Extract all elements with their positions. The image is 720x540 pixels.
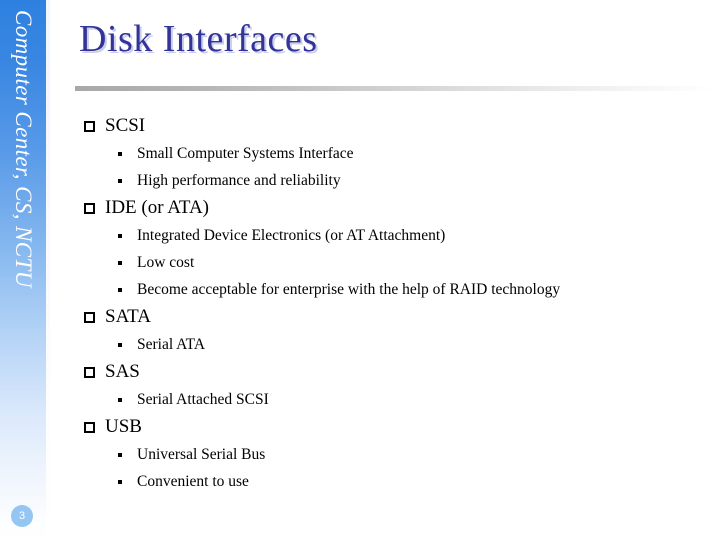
slide-canvas: Computer Center, CS, NCTU 3 Disk Interfa… (0, 0, 720, 540)
bullet-level1-label: SCSI (105, 115, 146, 136)
dot-bullet-icon (118, 398, 122, 402)
sidebar-branding-label: Computer Center, CS, NCTU (11, 10, 36, 288)
bullet-level2-label: Integrated Device Electronics (or AT Att… (137, 227, 446, 244)
square-bullet-icon (84, 203, 95, 214)
bullet-level1: USB (79, 413, 699, 441)
dot-bullet-icon (118, 453, 122, 457)
bullet-level1-label: SAS (105, 361, 140, 382)
bullet-level1-label: IDE (or ATA) (105, 197, 210, 218)
page-title: Disk Interfaces (79, 18, 318, 60)
square-bullet-icon (84, 312, 95, 323)
bullet-level2: Integrated Device Electronics (or AT Att… (79, 222, 699, 249)
bullet-level1-label: USB (105, 416, 142, 437)
bullet-list: SCSI Small Computer Systems Interface High… (79, 112, 699, 495)
slide-number-badge: 3 (11, 505, 33, 527)
bullet-level2: High performance and reliability (79, 167, 699, 194)
bullet-level1-label: SATA (105, 306, 151, 327)
bullet-level1: SATA (79, 303, 699, 331)
bullet-level2-label: Low cost (137, 254, 195, 271)
bullet-level2: Low cost (79, 249, 699, 276)
bullet-level2: Small Computer Systems Interface (79, 140, 699, 167)
bullet-level2: Serial Attached SCSI (79, 386, 699, 413)
sidebar-edge-highlight (46, 0, 50, 540)
bullet-level2: Convenient to use (79, 468, 699, 495)
bullet-level2-label: Serial ATA (137, 336, 206, 353)
dot-bullet-icon (118, 179, 122, 183)
dot-bullet-icon (118, 234, 122, 238)
dot-bullet-icon (118, 343, 122, 347)
dot-bullet-icon (118, 261, 122, 265)
dot-bullet-icon (118, 480, 122, 484)
title-divider-rule (75, 86, 715, 91)
bullet-level2-label: High performance and reliability (137, 172, 341, 189)
dot-bullet-icon (118, 288, 122, 292)
bullet-level2-label: Serial Attached SCSI (137, 391, 269, 408)
bullet-level1: IDE (or ATA) (79, 194, 699, 222)
dot-bullet-icon (118, 152, 122, 156)
square-bullet-icon (84, 422, 95, 433)
bullet-level2-label: Universal Serial Bus (137, 446, 266, 463)
bullet-level2: Serial ATA (79, 331, 699, 358)
bullet-level1: SAS (79, 358, 699, 386)
bullet-level2: Universal Serial Bus (79, 441, 699, 468)
bullet-level2: Become acceptable for enterprise with th… (79, 276, 699, 303)
square-bullet-icon (84, 121, 95, 132)
square-bullet-icon (84, 367, 95, 378)
bullet-level1: SCSI (79, 112, 699, 140)
bullet-level2-label: Small Computer Systems Interface (137, 145, 354, 162)
bullet-level2-label: Become acceptable for enterprise with th… (137, 281, 561, 298)
bullet-level2-label: Convenient to use (137, 473, 249, 490)
